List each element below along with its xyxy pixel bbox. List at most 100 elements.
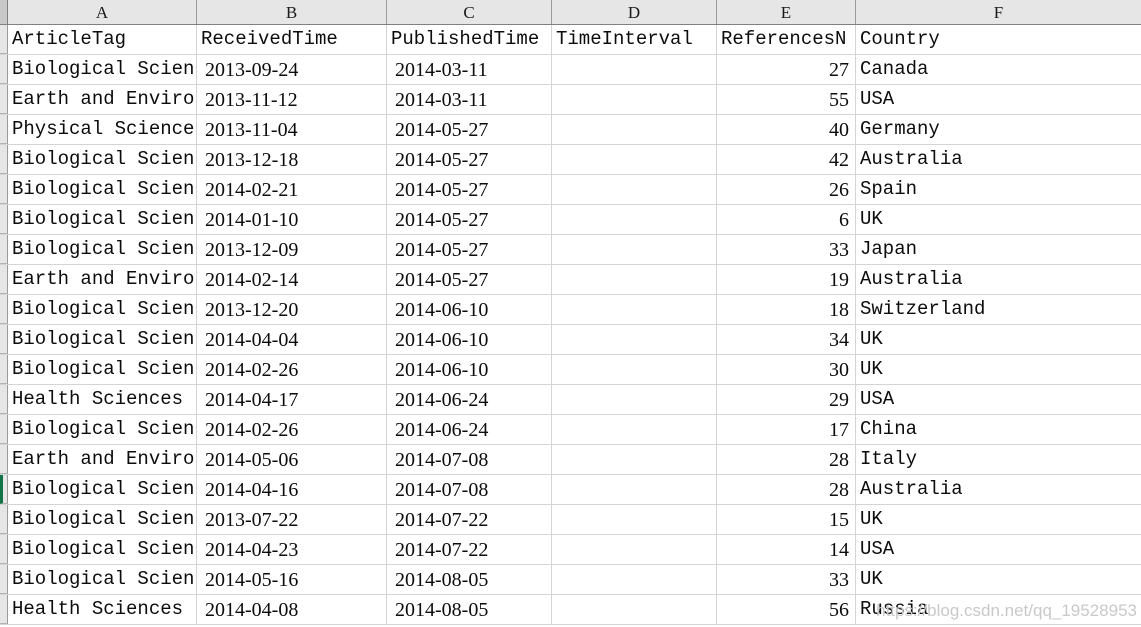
cell-b-row-1[interactable]: 2013-09-24 xyxy=(197,55,387,84)
cell-d-row-10[interactable] xyxy=(552,325,717,354)
cell-b-row-16[interactable]: 2013-07-22 xyxy=(197,505,387,534)
cell-b-row-11[interactable]: 2014-02-26 xyxy=(197,355,387,384)
cell-b-row-2[interactable]: 2013-11-12 xyxy=(197,85,387,114)
cell-e-row-16[interactable]: 15 xyxy=(717,505,856,534)
table-row[interactable]: Biological Scien 2013-12-20 2014-06-10 18 Sw… xyxy=(0,295,1141,325)
cell-a-row-14[interactable]: Earth and Enviro xyxy=(8,445,197,474)
cell-c-row-19[interactable]: 2014-08-05 xyxy=(387,595,552,624)
cell-e-row-9[interactable]: 18 xyxy=(717,295,856,324)
cell-d-row-2[interactable] xyxy=(552,85,717,114)
cell-b-row-7[interactable]: 2013-12-09 xyxy=(197,235,387,264)
table-row[interactable]: Biological Scien 2013-12-09 2014-05-27 33 Ja… xyxy=(0,235,1141,265)
cell-d-row-16[interactable] xyxy=(552,505,717,534)
row-header[interactable] xyxy=(0,325,8,354)
table-row[interactable]: Biological Scien 2014-04-16 2014-07-08 28 Au… xyxy=(0,475,1141,505)
cell-e-row-1[interactable]: 27 xyxy=(717,55,856,84)
cell-a-row-3[interactable]: Physical Science xyxy=(8,115,197,144)
cell-a-row-13[interactable]: Biological Scien xyxy=(8,415,197,444)
table-row[interactable]: Physical Science 2013-11-04 2014-05-27 40 Ge… xyxy=(0,115,1141,145)
cell-f-row-11[interactable]: UK xyxy=(856,355,1141,384)
table-row[interactable]: Health Sciences 2014-04-08 2014-08-05 56 Rus… xyxy=(0,595,1141,625)
row-header[interactable] xyxy=(0,475,8,504)
cell-c-row-18[interactable]: 2014-08-05 xyxy=(387,565,552,594)
table-row[interactable]: Health Sciences 2014-04-17 2014-06-24 29 USA xyxy=(0,385,1141,415)
cell-f-row-19[interactable]: Russia xyxy=(856,595,1141,624)
cell-e-row-19[interactable]: 56 xyxy=(717,595,856,624)
cell-a-row-8[interactable]: Earth and Enviro xyxy=(8,265,197,294)
cell-b-row-3[interactable]: 2013-11-04 xyxy=(197,115,387,144)
cell-a-fieldname[interactable]: ArticleTag xyxy=(8,25,197,54)
cell-e-row-8[interactable]: 19 xyxy=(717,265,856,294)
cell-d-row-11[interactable] xyxy=(552,355,717,384)
cell-d-row-13[interactable] xyxy=(552,415,717,444)
cell-e-row-17[interactable]: 14 xyxy=(717,535,856,564)
select-all-corner-box[interactable] xyxy=(0,0,8,24)
cell-e-row-18[interactable]: 33 xyxy=(717,565,856,594)
row-header[interactable] xyxy=(0,175,8,204)
table-row[interactable]: Biological Scien 2013-07-22 2014-07-22 15 UK xyxy=(0,505,1141,535)
cell-c-row-2[interactable]: 2014-03-11 xyxy=(387,85,552,114)
cell-f-row-8[interactable]: Australia xyxy=(856,265,1141,294)
cell-b-row-14[interactable]: 2014-05-06 xyxy=(197,445,387,474)
cell-d-row-7[interactable] xyxy=(552,235,717,264)
table-row[interactable]: Biological Scien 2014-02-26 2014-06-10 30 UK xyxy=(0,355,1141,385)
cell-c-row-6[interactable]: 2014-05-27 xyxy=(387,205,552,234)
cell-f-row-12[interactable]: USA xyxy=(856,385,1141,414)
row-header[interactable] xyxy=(0,415,8,444)
cell-c-row-7[interactable]: 2014-05-27 xyxy=(387,235,552,264)
cell-d-row-14[interactable] xyxy=(552,445,717,474)
row-header[interactable] xyxy=(0,565,8,594)
row-header[interactable] xyxy=(0,355,8,384)
cell-d-row-1[interactable] xyxy=(552,55,717,84)
table-row[interactable]: Biological Scien 2014-05-16 2014-08-05 33 UK xyxy=(0,565,1141,595)
cell-a-row-15[interactable]: Biological Scien xyxy=(8,475,197,504)
cell-f-row-7[interactable]: Japan xyxy=(856,235,1141,264)
cell-e-row-13[interactable]: 17 xyxy=(717,415,856,444)
cell-f-row-1[interactable]: Canada xyxy=(856,55,1141,84)
cell-c-row-3[interactable]: 2014-05-27 xyxy=(387,115,552,144)
cell-b-row-18[interactable]: 2014-05-16 xyxy=(197,565,387,594)
cell-a-row-11[interactable]: Biological Scien xyxy=(8,355,197,384)
table-row[interactable]: Earth and Enviro 2014-05-06 2014-07-08 28 It… xyxy=(0,445,1141,475)
cell-c-row-17[interactable]: 2014-07-22 xyxy=(387,535,552,564)
cell-a-row-16[interactable]: Biological Scien xyxy=(8,505,197,534)
cell-c-row-14[interactable]: 2014-07-08 xyxy=(387,445,552,474)
cell-a-row-6[interactable]: Biological Scien xyxy=(8,205,197,234)
cell-a-row-10[interactable]: Biological Scien xyxy=(8,325,197,354)
cell-e-row-7[interactable]: 33 xyxy=(717,235,856,264)
cell-a-row-12[interactable]: Health Sciences xyxy=(8,385,197,414)
cell-a-row-7[interactable]: Biological Scien xyxy=(8,235,197,264)
table-row[interactable]: Biological Scien 2014-02-26 2014-06-24 17 Ch… xyxy=(0,415,1141,445)
row-header[interactable] xyxy=(0,85,8,114)
cell-b-fieldname[interactable]: ReceivedTime xyxy=(197,25,387,54)
table-row[interactable]: Biological Scien 2013-09-24 2014-03-11 27 Ca… xyxy=(0,55,1141,85)
cell-c-row-9[interactable]: 2014-06-10 xyxy=(387,295,552,324)
cell-a-row-18[interactable]: Biological Scien xyxy=(8,565,197,594)
cell-e-row-4[interactable]: 42 xyxy=(717,145,856,174)
row-header[interactable] xyxy=(0,205,8,234)
cell-c-row-4[interactable]: 2014-05-27 xyxy=(387,145,552,174)
cell-e-row-10[interactable]: 34 xyxy=(717,325,856,354)
cell-f-row-4[interactable]: Australia xyxy=(856,145,1141,174)
cell-d-row-12[interactable] xyxy=(552,385,717,414)
cell-c-row-16[interactable]: 2014-07-22 xyxy=(387,505,552,534)
cell-f-row-5[interactable]: Spain xyxy=(856,175,1141,204)
cell-d-row-6[interactable] xyxy=(552,205,717,234)
cell-d-row-18[interactable] xyxy=(552,565,717,594)
cell-f-fieldname[interactable]: Country xyxy=(856,25,1141,54)
cell-b-row-8[interactable]: 2014-02-14 xyxy=(197,265,387,294)
cell-a-row-19[interactable]: Health Sciences xyxy=(8,595,197,624)
cell-e-row-3[interactable]: 40 xyxy=(717,115,856,144)
cell-a-row-2[interactable]: Earth and Enviro xyxy=(8,85,197,114)
cell-a-row-5[interactable]: Biological Scien xyxy=(8,175,197,204)
cell-f-row-2[interactable]: USA xyxy=(856,85,1141,114)
cell-f-row-3[interactable]: Germany xyxy=(856,115,1141,144)
row-header[interactable] xyxy=(0,595,8,624)
cell-f-row-15[interactable]: Australia xyxy=(856,475,1141,504)
cell-d-row-17[interactable] xyxy=(552,535,717,564)
cell-a-row-4[interactable]: Biological Scien xyxy=(8,145,197,174)
row-header[interactable] xyxy=(0,55,8,84)
cell-b-row-19[interactable]: 2014-04-08 xyxy=(197,595,387,624)
cell-d-row-3[interactable] xyxy=(552,115,717,144)
cell-d-row-19[interactable] xyxy=(552,595,717,624)
